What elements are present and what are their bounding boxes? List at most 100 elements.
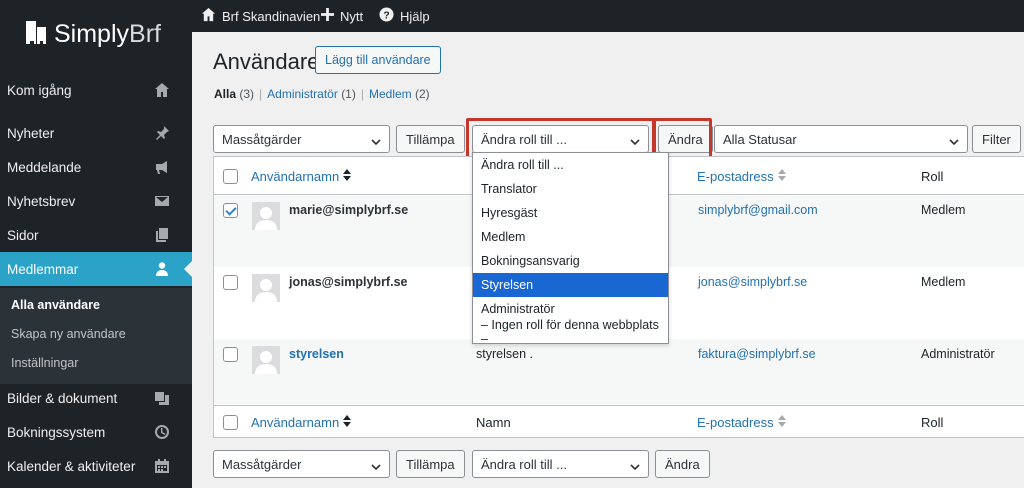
row-name: styrelsen .	[476, 347, 533, 361]
megaphone-icon	[154, 159, 170, 175]
column-username-footer[interactable]: Användarnamn	[251, 415, 352, 430]
filter-button[interactable]: Filter	[972, 125, 1021, 153]
submenu-all-users[interactable]: Alla användare	[11, 298, 100, 312]
apply-button-top[interactable]: Tillämpa	[396, 125, 465, 153]
sidebar-item-meddelande[interactable]: Meddelande	[0, 150, 192, 184]
column-username[interactable]: Användarnamn	[251, 169, 352, 184]
role-option[interactable]: Ändra roll till ...	[473, 153, 668, 177]
column-username-label: Användarnamn	[251, 415, 340, 430]
logo-text-simply: Simply	[54, 20, 130, 48]
role-option-no-role[interactable]: – Ingen roll för denna webbplats –	[473, 318, 668, 346]
select-all-checkbox-bottom[interactable]	[223, 415, 238, 430]
role-option-styrelsen[interactable]: Styrelsen	[473, 273, 668, 297]
sidebar-item-sidor[interactable]: Sidor	[0, 218, 192, 252]
table-row: styrelsen styrelsen . faktura@simplybrf.…	[214, 339, 1024, 405]
role-option-hyresgast[interactable]: Hyresgäst	[473, 201, 668, 225]
row-checkbox[interactable]	[223, 275, 238, 290]
status-value: Alla Statusar	[723, 131, 797, 147]
topbar-site-link[interactable]: Brf Skandinavien	[201, 0, 320, 32]
page-title: Användare	[213, 49, 320, 74]
bulk-actions-select-top[interactable]: Massåtgärder	[213, 125, 390, 153]
filter-admin[interactable]: Administratör	[267, 87, 338, 101]
members-submenu: Alla användare Skapa ny användare Instäl…	[0, 288, 192, 384]
submenu-add-user[interactable]: Skapa ny användare	[11, 327, 126, 341]
topbar-new-label: Nytt	[340, 8, 364, 24]
column-email-label: E-postadress	[697, 169, 774, 184]
row-username[interactable]: styrelsen	[289, 347, 344, 361]
simplybrf-logo[interactable]: SimplyBrf	[24, 18, 161, 51]
pages-icon	[154, 227, 170, 243]
media-icon	[154, 390, 170, 406]
sidebar-item-kalender[interactable]: Kalender & aktiviteter	[0, 449, 192, 483]
sidebar-item-kom-igang[interactable]: Kom igång	[0, 73, 192, 107]
filter-admin-count: (1)	[341, 87, 356, 101]
sidebar-item-label: Kalender & aktiviteter	[7, 458, 136, 474]
filter-member[interactable]: Medlem	[369, 87, 412, 101]
bulk-actions-select-bottom[interactable]: Massåtgärder	[213, 450, 390, 478]
change-button-bottom[interactable]: Ändra	[655, 450, 710, 478]
row-role: Administratör	[921, 347, 995, 361]
topbar-new-link[interactable]: Nytt	[321, 0, 363, 32]
building-icon	[24, 18, 48, 51]
change-role-dropdown: Ändra roll till ... Translator Hyresgäst…	[472, 152, 669, 346]
avatar	[252, 274, 280, 302]
user-icon	[154, 261, 170, 277]
sidebar-item-bilder-dokument[interactable]: Bilder & dokument	[0, 381, 192, 415]
select-all-checkbox[interactable]	[223, 169, 238, 184]
row-role: Medlem	[921, 275, 966, 289]
filter-separator: |	[360, 87, 364, 101]
role-option-translator[interactable]: Translator	[473, 177, 668, 201]
filter-separator: |	[259, 87, 263, 101]
svg-text:?: ?	[383, 10, 389, 21]
row-checkbox[interactable]	[223, 203, 238, 218]
row-email[interactable]: faktura@simplybrf.se	[698, 347, 816, 361]
home-icon	[201, 7, 216, 25]
sidebar-item-label: Nyhetsbrev	[7, 193, 76, 209]
role-option-medlem[interactable]: Medlem	[473, 225, 668, 249]
plus-icon	[321, 8, 334, 24]
status-select[interactable]: Alla Statusar	[714, 125, 968, 153]
row-email[interactable]: jonas@simplybrf.se	[698, 275, 807, 289]
column-role-footer: Roll	[921, 415, 944, 430]
filter-member-count: (2)	[415, 87, 430, 101]
row-email[interactable]: simplybrf@gmail.com	[698, 203, 818, 217]
sidebar-item-bokningssystem[interactable]: Bokningssystem	[0, 415, 192, 449]
chevron-down-icon	[949, 135, 959, 146]
filter-all[interactable]: Alla	[214, 87, 236, 101]
clock-icon	[154, 424, 170, 440]
chevron-down-icon	[630, 460, 640, 471]
sort-icon	[777, 169, 786, 184]
topbar-site-name: Brf Skandinavien	[222, 8, 321, 24]
sidebar-item-medlemmar[interactable]: Medlemmar	[0, 252, 192, 286]
chevron-down-icon	[371, 135, 381, 146]
admin-topbar: Brf Skandinavien Nytt ? Hjälp	[192, 0, 1024, 32]
row-checkbox[interactable]	[223, 347, 238, 362]
pin-icon	[154, 125, 170, 141]
sidebar-item-label: Bokningssystem	[7, 424, 106, 440]
filter-all-count: (3)	[239, 87, 255, 101]
apply-button-bottom[interactable]: Tillämpa	[396, 450, 465, 478]
change-role-select-bottom[interactable]: Ändra roll till ...	[472, 450, 649, 478]
topbar-help-link[interactable]: ? Hjälp	[379, 0, 430, 32]
avatar	[252, 346, 280, 374]
add-user-button[interactable]: Lägg till användare	[315, 46, 441, 74]
sidebar-item-nyheter[interactable]: Nyheter	[0, 116, 192, 150]
column-email-footer[interactable]: E-postadress	[697, 415, 786, 430]
column-username-label: Användarnamn	[251, 169, 340, 184]
row-username[interactable]: marie@simplybrf.se	[289, 203, 408, 217]
logo-text-brf: Brf	[129, 20, 161, 48]
chevron-down-icon	[371, 460, 381, 471]
envelope-icon	[154, 193, 170, 209]
calendar-icon	[154, 458, 170, 474]
change-role-value: Ändra roll till ...	[481, 456, 567, 472]
row-username[interactable]: jonas@simplybrf.se	[289, 275, 407, 289]
sort-icon	[343, 169, 352, 184]
sort-icon	[343, 415, 352, 430]
column-name-footer: Namn	[476, 415, 511, 430]
column-email[interactable]: E-postadress	[697, 169, 786, 184]
role-option-bokningsansvarig[interactable]: Bokningsansvarig	[473, 249, 668, 273]
sidebar-item-nyhetsbrev[interactable]: Nyhetsbrev	[0, 184, 192, 218]
submenu-settings[interactable]: Inställningar	[11, 356, 78, 370]
table-footer: Användarnamn Namn E-postadress Roll	[214, 405, 1024, 439]
help-icon: ?	[379, 7, 394, 25]
